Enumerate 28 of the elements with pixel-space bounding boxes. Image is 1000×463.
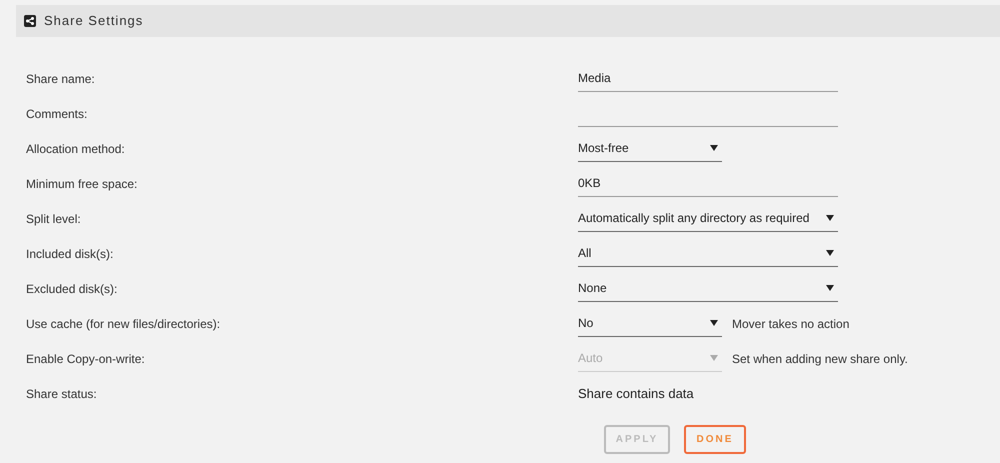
field-label: Excluded disk(s):	[25, 280, 118, 298]
field-note: Set when adding new share only.	[732, 350, 908, 368]
field-label: Use cache (for new files/directories):	[25, 316, 222, 332]
text-field[interactable]: 0KB	[578, 170, 838, 196]
caret-icon	[710, 145, 718, 151]
field-label: Share name:	[25, 70, 96, 88]
field-label: Enable Copy-on-write:	[25, 350, 146, 368]
field-label: Share status:	[25, 386, 98, 402]
field-note: Mover takes no action	[732, 316, 850, 332]
field-label: Allocation method:	[25, 140, 126, 158]
field-label: Split level:	[25, 210, 82, 228]
dropdown[interactable]: None	[578, 276, 838, 302]
caret-icon	[710, 320, 718, 326]
dropdown[interactable]: No	[578, 310, 722, 336]
field-label: Comments:	[25, 106, 88, 122]
text-field[interactable]: Media	[578, 66, 838, 92]
section-title: Share Settings	[44, 12, 144, 30]
caret-icon	[710, 355, 718, 361]
caret-icon	[826, 215, 834, 221]
dropdown[interactable]: Most-free	[578, 136, 722, 162]
field-label: Included disk(s):	[25, 246, 114, 262]
share-icon	[24, 15, 36, 27]
dropdown[interactable]: Automatically split any directory as required	[578, 206, 838, 232]
caret-icon	[826, 285, 834, 291]
dropdown[interactable]: All	[578, 240, 838, 266]
field-label: Minimum free space:	[25, 176, 138, 192]
status-text: Share contains data	[578, 384, 694, 403]
caret-icon	[826, 250, 834, 256]
